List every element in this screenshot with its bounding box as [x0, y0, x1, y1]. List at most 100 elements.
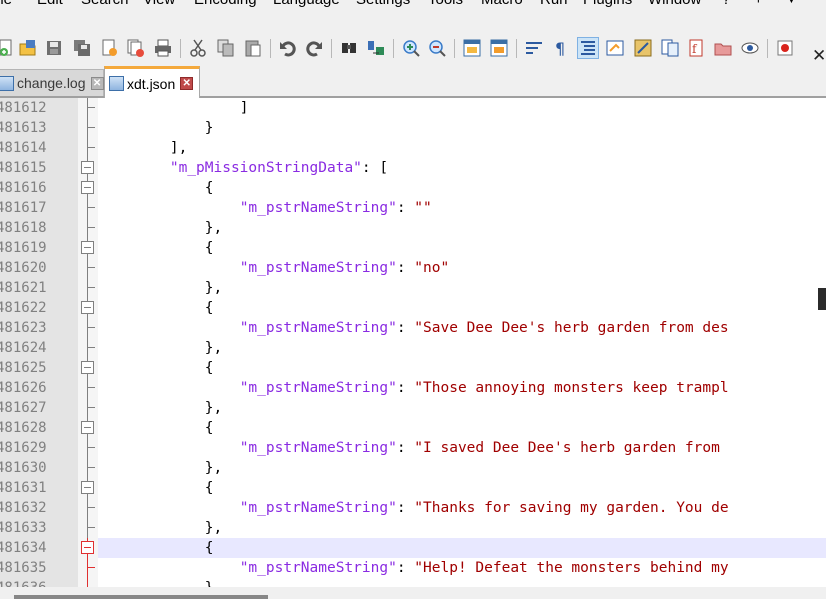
menu-run[interactable]: Run: [540, 0, 568, 9]
menu-window[interactable]: Window: [648, 0, 701, 9]
close-icon[interactable]: [100, 38, 120, 58]
fold-margin-cell: [78, 318, 98, 338]
line-number: 481613: [0, 120, 47, 136]
print-icon[interactable]: [153, 38, 173, 58]
fold-toggle-icon[interactable]: [81, 361, 94, 374]
line-number: 481623: [0, 320, 47, 336]
folder-icon[interactable]: [713, 38, 733, 58]
tab-close-icon[interactable]: ✕: [180, 77, 194, 90]
menu-dropdown-arrow[interactable]: ▼: [786, 0, 797, 9]
code-line[interactable]: 481625 {: [0, 358, 826, 378]
code-line[interactable]: 481626 "m_pstrNameString": "Those annoyi…: [0, 378, 826, 398]
tab-change-log[interactable]: change.log ✕: [0, 69, 104, 96]
toolbar: ¶ f ✕: [0, 34, 826, 64]
code-line[interactable]: 481634 {: [0, 538, 826, 558]
word-wrap-icon[interactable]: [524, 38, 544, 58]
menu-tools[interactable]: Tools: [428, 0, 463, 9]
zoom-out-icon[interactable]: [427, 38, 447, 58]
tab-close-icon[interactable]: ✕: [90, 76, 104, 90]
sync-horizontal-icon[interactable]: [489, 38, 509, 58]
fold-toggle-icon[interactable]: [81, 421, 94, 434]
menu-view[interactable]: View: [143, 0, 175, 9]
menu-file[interactable]: ile: [0, 0, 12, 9]
new-file-icon[interactable]: [0, 38, 16, 58]
sync-vertical-icon[interactable]: [462, 38, 482, 58]
fold-line: [87, 558, 88, 578]
vertical-scrollbar-thumb[interactable]: [818, 288, 826, 310]
fold-toggle-icon[interactable]: [81, 181, 94, 194]
copy-icon[interactable]: [216, 38, 236, 58]
menu-search[interactable]: Search: [81, 0, 129, 9]
code-line[interactable]: 481636 },: [0, 578, 826, 587]
line-number: 481622: [0, 300, 47, 316]
code-text: ]: [100, 98, 249, 118]
json-punctuation: {: [204, 480, 214, 496]
menu-encoding[interactable]: Encoding: [194, 0, 257, 9]
record-macro-icon[interactable]: [775, 38, 795, 58]
fold-toggle-icon[interactable]: [81, 481, 94, 494]
menu-settings[interactable]: Settings: [356, 0, 410, 9]
cut-icon[interactable]: [188, 38, 208, 58]
code-line[interactable]: 481613 }: [0, 118, 826, 138]
fold-margin-cell: [78, 378, 98, 398]
code-line[interactable]: 481618 },: [0, 218, 826, 238]
fold-toggle-icon[interactable]: [81, 161, 94, 174]
function-list-icon[interactable]: [660, 38, 680, 58]
code-line[interactable]: 481616 {: [0, 178, 826, 198]
tab-xdt-json[interactable]: xdt.json ✕: [104, 66, 200, 98]
menu-plugins[interactable]: Plugins: [583, 0, 632, 9]
code-line[interactable]: 481628 {: [0, 418, 826, 438]
save-all-icon[interactable]: [72, 38, 92, 58]
code-line[interactable]: 481624 },: [0, 338, 826, 358]
monitoring-icon[interactable]: [740, 38, 760, 58]
code-line[interactable]: 481630 },: [0, 458, 826, 478]
fold-toggle-icon[interactable]: [81, 301, 94, 314]
fold-toggle-icon[interactable]: [81, 541, 94, 554]
code-line[interactable]: 481620 "m_pstrNameString": "no": [0, 258, 826, 278]
paste-icon[interactable]: [243, 38, 263, 58]
code-line[interactable]: 481629 "m_pstrNameString": "I saved Dee …: [0, 438, 826, 458]
code-text: },: [100, 578, 222, 587]
open-file-icon[interactable]: [18, 38, 38, 58]
code-line[interactable]: 481635 "m_pstrNameString": "Help! Defeat…: [0, 558, 826, 578]
doc-map-icon[interactable]: [633, 38, 653, 58]
horizontal-scrollbar-thumb[interactable]: [14, 595, 268, 599]
code-line[interactable]: 481632 "m_pstrNameString": "Thanks for s…: [0, 498, 826, 518]
fold-toggle-icon[interactable]: [81, 241, 94, 254]
code-line[interactable]: 481615 "m_pMissionStringData": [: [0, 158, 826, 178]
fold-tick: [87, 467, 95, 468]
code-line[interactable]: 481614 ],: [0, 138, 826, 158]
json-punctuation: :: [396, 200, 415, 216]
menu-edit[interactable]: Edit: [37, 0, 63, 9]
code-line[interactable]: 481612 ]: [0, 98, 826, 118]
user-language-icon[interactable]: [605, 38, 625, 58]
replace-icon[interactable]: [366, 38, 386, 58]
code-line[interactable]: 481631 {: [0, 478, 826, 498]
code-line[interactable]: 481622 {: [0, 298, 826, 318]
close-all-icon[interactable]: [126, 38, 146, 58]
show-all-chars-icon[interactable]: ¶: [550, 38, 570, 58]
code-line[interactable]: 481621 },: [0, 278, 826, 298]
code-line[interactable]: 481617 "m_pstrNameString": "": [0, 198, 826, 218]
code-line[interactable]: 481623 "m_pstrNameString": "Save Dee Dee…: [0, 318, 826, 338]
menu-macro[interactable]: Macro: [481, 0, 523, 9]
code-line[interactable]: 481627 },: [0, 398, 826, 418]
code-line[interactable]: 481633 },: [0, 518, 826, 538]
code-line[interactable]: 481619 {: [0, 238, 826, 258]
zoom-in-icon[interactable]: [401, 38, 421, 58]
find-icon[interactable]: [339, 38, 359, 58]
indent-guide-icon[interactable]: [577, 37, 599, 59]
folder-workspace-icon[interactable]: f: [686, 38, 706, 58]
menu-plus[interactable]: +: [754, 0, 763, 9]
json-string: "Thanks for saving my garden. You de: [414, 500, 729, 516]
editor[interactable]: 481612 ] 481613 } 481614 ], 481615 "m_pMiss…: [0, 98, 826, 587]
redo-icon[interactable]: [304, 38, 324, 58]
save-icon[interactable]: [44, 38, 64, 58]
undo-icon[interactable]: [278, 38, 298, 58]
line-number: 481619: [0, 240, 47, 256]
menu-help[interactable]: ?: [722, 0, 730, 9]
menu-language[interactable]: Language: [273, 0, 340, 9]
close-document-icon[interactable]: ✕: [812, 47, 826, 64]
